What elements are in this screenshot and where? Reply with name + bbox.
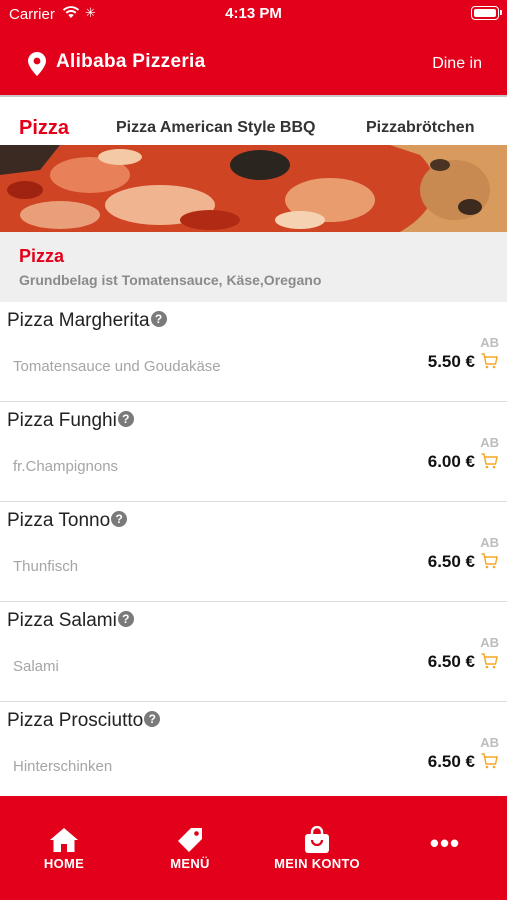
item-name: Pizza Funghi? xyxy=(7,410,134,432)
item-price: 6.00 € xyxy=(427,452,475,471)
info-icon[interactable]: ? xyxy=(117,611,134,627)
more-icon[interactable]: ••• xyxy=(418,830,472,856)
list-item[interactable]: Pizza Tonno? Thunfisch AB 6.50 € xyxy=(0,502,507,602)
list-item[interactable]: Pizza Margherita? Tomatensauce und Gouda… xyxy=(0,302,507,402)
item-name: Pizza Prosciutto? xyxy=(7,710,161,732)
app-header: Carrier ✳ 4:13 PM Alibaba Pizzeria Dine … xyxy=(0,0,507,95)
tab-home-label: HOME xyxy=(43,856,85,871)
item-price: 6.50 € xyxy=(427,752,475,771)
item-price: 6.50 € xyxy=(427,652,475,671)
cart-icon[interactable] xyxy=(481,353,498,369)
category-tabs: Pizza Pizza American Style BBQ Pizzabröt… xyxy=(0,95,507,145)
list-item[interactable]: Pizza Funghi? fr.Champignons AB 6.00 € xyxy=(0,402,507,502)
info-icon[interactable]: ? xyxy=(117,411,134,427)
clock: 4:13 PM xyxy=(225,5,282,22)
tab-account-label: MEIN KONTO xyxy=(274,856,360,871)
item-description: Salami xyxy=(13,658,59,675)
price-prefix: AB xyxy=(480,435,499,450)
shopping-bag-icon xyxy=(305,826,329,853)
price-prefix: AB xyxy=(480,535,499,550)
tab-pizza-american-style-bbq[interactable]: Pizza American Style BBQ xyxy=(116,119,315,137)
category-subtitle: Grundbelag ist Tomatensauce, Käse,Oregan… xyxy=(19,272,322,288)
map-pin-icon[interactable] xyxy=(28,52,46,76)
item-price: 5.50 € xyxy=(427,352,475,371)
tab-account[interactable]: MEIN KONTO xyxy=(262,826,372,871)
tab-menu[interactable]: MENÜ xyxy=(135,826,245,871)
item-description: Thunfisch xyxy=(13,558,79,575)
tab-menu-label: MENÜ xyxy=(170,856,210,871)
tab-pizza[interactable]: Pizza xyxy=(19,117,69,140)
category-banner-image xyxy=(0,145,507,232)
price-prefix: AB xyxy=(480,335,499,350)
info-icon[interactable]: ? xyxy=(150,311,167,327)
list-item[interactable]: Pizza Prosciutto? Hinterschinken AB 6.50… xyxy=(0,702,507,802)
tag-icon xyxy=(178,828,202,852)
product-list: Pizza Margherita? Tomatensauce und Gouda… xyxy=(0,302,507,802)
item-name: Pizza Tonno? xyxy=(7,510,128,532)
price-prefix: AB xyxy=(480,735,499,750)
cart-icon[interactable] xyxy=(481,453,498,469)
home-icon xyxy=(50,828,78,852)
item-description: fr.Champignons xyxy=(13,458,119,475)
status-bar: Carrier ✳ 4:13 PM xyxy=(0,0,507,28)
tab-pizzabroetchen[interactable]: Pizzabrötchen xyxy=(366,119,474,137)
dine-in-toggle[interactable]: Dine in xyxy=(432,55,482,73)
tab-home[interactable]: HOME xyxy=(9,826,119,871)
item-name: Pizza Salami? xyxy=(7,610,134,632)
item-description: Tomatensauce und Goudakäse xyxy=(13,358,221,375)
restaurant-title: Alibaba Pizzeria xyxy=(56,51,206,72)
bottom-tab-bar: HOME MENÜ MEIN KONTO ••• xyxy=(0,796,507,900)
cart-icon[interactable] xyxy=(481,553,498,569)
pizza-image xyxy=(0,145,507,232)
price-prefix: AB xyxy=(480,635,499,650)
info-icon[interactable]: ? xyxy=(111,511,128,527)
cart-icon[interactable] xyxy=(481,753,498,769)
item-price: 6.50 € xyxy=(427,552,475,571)
cart-icon[interactable] xyxy=(481,653,498,669)
battery-icon xyxy=(471,6,502,20)
category-header: Pizza Grundbelag ist Tomatensauce, Käse,… xyxy=(0,232,507,302)
list-item[interactable]: Pizza Salami? Salami AB 6.50 € xyxy=(0,602,507,702)
category-title: Pizza xyxy=(19,246,65,266)
item-name: Pizza Margherita? xyxy=(7,310,167,332)
item-description: Hinterschinken xyxy=(13,758,113,775)
info-icon[interactable]: ? xyxy=(144,711,161,727)
